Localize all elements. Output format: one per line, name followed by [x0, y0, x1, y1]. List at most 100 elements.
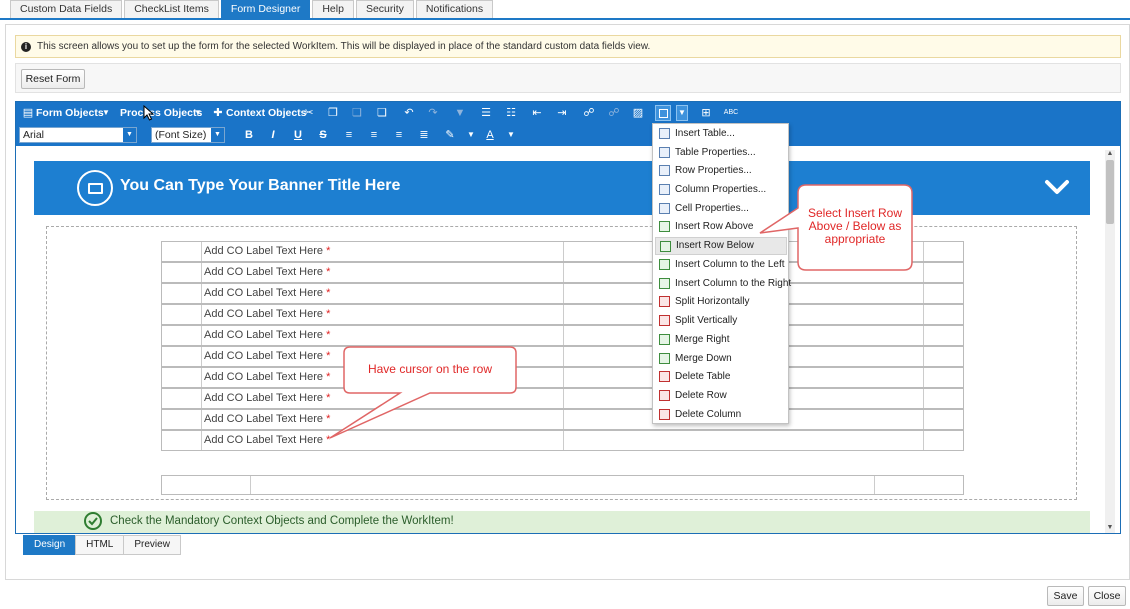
align-left-icon[interactable]: ≡ — [341, 127, 357, 143]
design-canvas[interactable]: You Can Type Your Banner Title Here Add … — [16, 146, 1120, 533]
highlight-dropdown-icon[interactable]: ▼ — [463, 127, 479, 143]
menu-item-table-properties[interactable]: Table Properties... — [655, 144, 787, 162]
table-row[interactable]: Add CO Label Text Here * — [161, 304, 964, 325]
menu-item-split-horizontally[interactable]: Split Horizontally — [655, 293, 787, 311]
save-button[interactable]: Save — [1047, 586, 1084, 606]
menu-item-insert-row-below[interactable]: Insert Row Below — [655, 237, 787, 255]
menu-item-merge-down[interactable]: Merge Down — [655, 350, 787, 368]
table-row[interactable] — [161, 475, 964, 495]
co-label-cell[interactable]: Add CO Label Text Here * — [202, 431, 564, 450]
justify-icon[interactable]: ≣ — [416, 127, 432, 143]
vertical-scrollbar[interactable]: ▲ ▼ — [1105, 150, 1115, 533]
form-banner[interactable]: You Can Type Your Banner Title Here — [34, 161, 1090, 215]
co-label-cell[interactable]: Add CO Label Text Here * — [202, 263, 564, 282]
table-row[interactable]: Add CO Label Text Here * — [161, 262, 964, 283]
co-label-cell[interactable]: Add CO Label Text Here * — [202, 242, 564, 261]
tab-design[interactable]: Design — [23, 535, 77, 555]
table-row[interactable]: Add CO Label Text Here * — [161, 430, 964, 451]
table-icon — [659, 128, 670, 139]
indent-icon[interactable]: ⇥ — [554, 105, 570, 121]
align-center-icon[interactable]: ≡ — [366, 127, 382, 143]
table-properties-icon — [659, 147, 670, 158]
context-objects-menu[interactable]: Context Objects — [226, 104, 307, 122]
menu-callout-line-3: appropriate — [824, 232, 886, 246]
menu-item-merge-right[interactable]: Merge Right — [655, 331, 787, 349]
table-row[interactable]: Add CO Label Text Here * — [161, 325, 964, 346]
close-button[interactable]: Close — [1088, 586, 1126, 606]
format-painter-icon[interactable]: ▼ — [452, 105, 468, 121]
co-label-cell[interactable]: Add CO Label Text Here * — [202, 410, 564, 429]
bold-button[interactable]: B — [241, 127, 257, 143]
menu-item-delete-row[interactable]: Delete Row — [655, 387, 787, 405]
table-menu-icon[interactable] — [655, 105, 671, 121]
chevron-down-icon[interactable]: ▼ — [123, 128, 136, 142]
redo-icon[interactable]: ↷ — [425, 105, 441, 121]
cut-icon[interactable]: ✂ — [301, 105, 317, 121]
context-object-table[interactable]: Add CO Label Text Here * Add CO Label Te… — [161, 241, 964, 453]
banner-title[interactable]: You Can Type Your Banner Title Here — [120, 177, 400, 195]
tab-preview[interactable]: Preview — [123, 535, 181, 555]
menu-item-insert-table[interactable]: Insert Table... — [655, 125, 787, 143]
tab-security[interactable]: Security — [355, 0, 414, 18]
table-row[interactable]: Add CO Label Text Here * — [161, 388, 964, 409]
paste-special-icon[interactable]: ❏ — [374, 105, 390, 121]
co-label-cell[interactable]: Add CO Label Text Here * — [202, 326, 564, 345]
co-label-cell[interactable]: Add CO Label Text Here * — [202, 305, 564, 324]
menu-item-delete-column[interactable]: Delete Column — [655, 406, 787, 424]
font-name-select[interactable]: Arial ▼ — [19, 127, 137, 143]
highlight-color-icon[interactable]: ✎ — [442, 127, 458, 143]
co-label-cell[interactable]: Add CO Label Text Here * — [202, 284, 564, 303]
tab-help[interactable]: Help — [312, 0, 354, 18]
menu-item-insert-row-above[interactable]: Insert Row Above — [655, 218, 787, 236]
tab-form-designer[interactable]: Form Designer — [220, 0, 311, 18]
delete-column-icon — [659, 409, 670, 420]
menu-item-row-properties[interactable]: Row Properties... — [655, 162, 787, 180]
form-objects-menu[interactable]: Form Objects — [36, 104, 104, 122]
italic-button[interactable]: I — [265, 127, 281, 143]
top-tab-bar: Custom Data Fields CheckList Items Form … — [0, 0, 1130, 20]
tab-checklist-items[interactable]: CheckList Items — [124, 0, 219, 18]
co-label-cell[interactable]: Add CO Label Text Here * — [202, 389, 564, 408]
table-row[interactable]: Add CO Label Text Here * — [161, 367, 964, 388]
tab-html[interactable]: HTML — [75, 535, 125, 555]
bullet-list-icon[interactable]: ☷ — [503, 105, 519, 121]
image-icon[interactable]: ▨ — [630, 105, 646, 121]
table-dropdown-icon[interactable]: ▼ — [676, 105, 688, 121]
menu-item-cell-properties[interactable]: Cell Properties... — [655, 200, 787, 218]
underline-button[interactable]: U — [290, 127, 306, 143]
action-bar: Reset Form — [15, 63, 1121, 93]
font-color-icon[interactable]: A — [482, 127, 498, 143]
undo-icon[interactable]: ↶ — [401, 105, 417, 121]
chevron-down-icon[interactable]: ▼ — [211, 128, 224, 142]
cell-grid-icon[interactable]: ⊞ — [698, 105, 714, 121]
align-right-icon[interactable]: ≡ — [391, 127, 407, 143]
font-color-dropdown-icon[interactable]: ▼ — [503, 127, 519, 143]
table-row[interactable]: Add CO Label Text Here * — [161, 346, 964, 367]
font-size-select[interactable]: (Font Size) ▼ — [151, 127, 225, 143]
process-objects-dropdown-icon[interactable]: ▼ — [190, 105, 206, 121]
tab-custom-data-fields[interactable]: Custom Data Fields — [10, 0, 123, 18]
strikethrough-button[interactable]: S — [315, 127, 331, 143]
unlink-icon[interactable]: ☍ — [606, 105, 622, 121]
hyperlink-icon[interactable]: ☍ — [581, 105, 597, 121]
table-row[interactable]: Add CO Label Text Here * — [161, 283, 964, 304]
scroll-down-icon[interactable]: ▼ — [1105, 524, 1115, 532]
chevron-down-icon[interactable] — [1044, 174, 1070, 200]
menu-item-delete-table[interactable]: Delete Table — [655, 368, 787, 386]
paste-icon[interactable]: ❏ — [349, 105, 365, 121]
form-objects-dropdown-icon[interactable]: ▼ — [98, 105, 114, 121]
table-row[interactable]: Add CO Label Text Here * — [161, 409, 964, 430]
scroll-up-icon[interactable]: ▲ — [1105, 150, 1115, 158]
menu-item-column-properties[interactable]: Column Properties... — [655, 181, 787, 199]
merge-right-icon — [659, 334, 670, 345]
spell-check-icon[interactable]: ABC — [723, 105, 739, 121]
reset-form-button[interactable]: Reset Form — [21, 69, 85, 89]
numbered-list-icon[interactable]: ☰ — [478, 105, 494, 121]
outdent-icon[interactable]: ⇤ — [529, 105, 545, 121]
menu-item-split-vertically[interactable]: Split Vertically — [655, 312, 787, 330]
menu-item-insert-column-right[interactable]: Insert Column to the Right — [655, 275, 791, 293]
scrollbar-thumb[interactable] — [1106, 160, 1114, 224]
tab-notifications[interactable]: Notifications — [415, 0, 494, 18]
copy-icon[interactable]: ❐ — [325, 105, 341, 121]
menu-item-insert-column-left[interactable]: Insert Column to the Left — [655, 256, 787, 274]
